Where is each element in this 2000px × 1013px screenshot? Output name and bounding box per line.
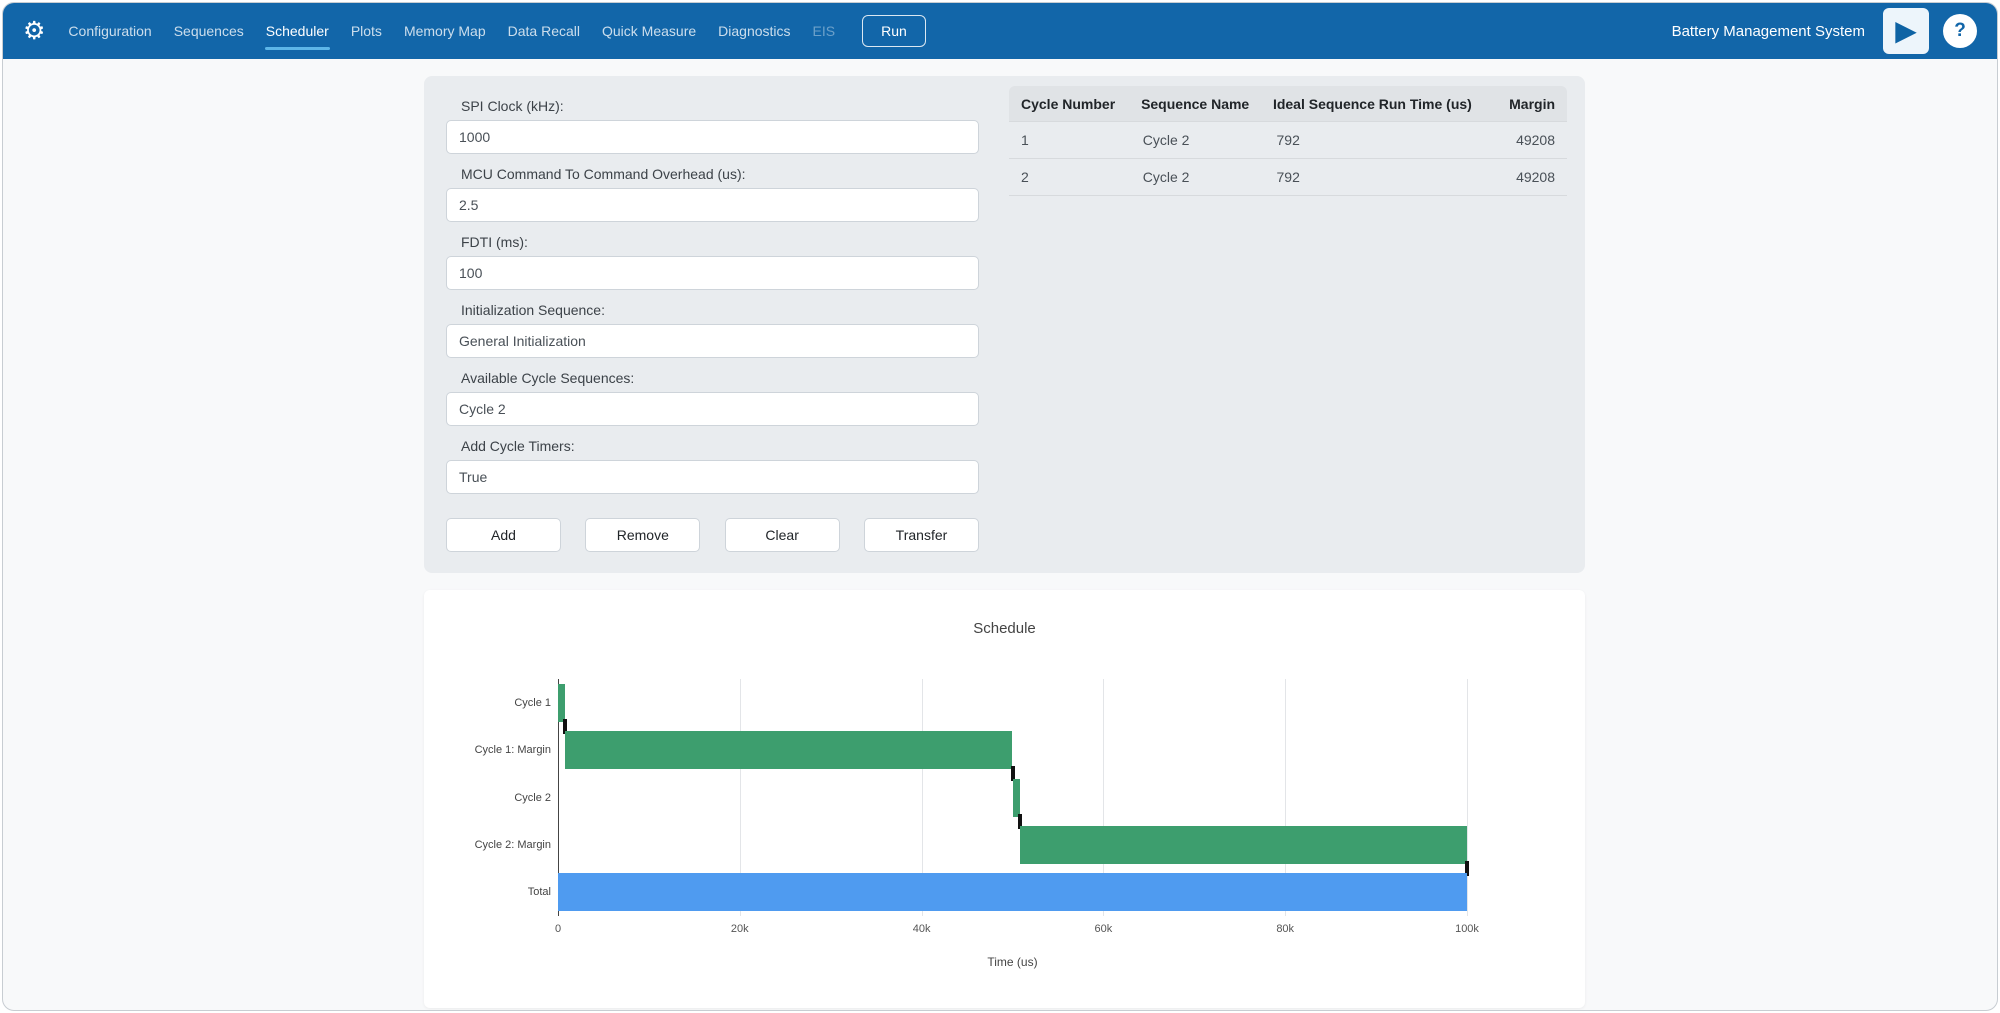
app-title: Battery Management System bbox=[1672, 23, 1865, 40]
chart-bar-total bbox=[558, 873, 1467, 911]
chart-bar-cycle-2 bbox=[1013, 779, 1020, 817]
app-window: ⚙ ConfigurationSequencesSchedulerPlotsMe… bbox=[2, 2, 1998, 1011]
form-field-fdti-ms: FDTI (ms): bbox=[446, 234, 979, 290]
top-navbar: ⚙ ConfigurationSequencesSchedulerPlotsMe… bbox=[3, 3, 1997, 59]
nav-item-sequences[interactable]: Sequences bbox=[163, 3, 255, 59]
table-cell: Cycle 2 bbox=[1143, 132, 1277, 148]
field-input-available-cycle-sequences[interactable] bbox=[446, 392, 979, 426]
chart-bar-cycle-2-margin bbox=[1020, 826, 1467, 864]
form-button-row: Add Remove Clear Transfer bbox=[446, 518, 979, 552]
table-cell: Cycle 2 bbox=[1143, 169, 1277, 185]
chart-plot-area: 020k40k60k80k100kCycle 1Cycle 1: MarginC… bbox=[558, 679, 1467, 916]
nav-item-eis[interactable]: EIS bbox=[802, 3, 847, 59]
field-label-mcu-command-to-command-overhead-us: MCU Command To Command Overhead (us): bbox=[461, 166, 979, 182]
field-label-add-cycle-timers: Add Cycle Timers: bbox=[461, 438, 979, 454]
table-cell: 792 bbox=[1277, 132, 1517, 148]
table-cell: 2 bbox=[1021, 169, 1143, 185]
x-tick-label: 40k bbox=[913, 923, 931, 935]
y-tick-label-cycle-1-margin: Cycle 1: Margin bbox=[475, 744, 551, 756]
field-input-spi-clock-khz[interactable] bbox=[446, 120, 979, 154]
transfer-button[interactable]: Transfer bbox=[864, 518, 979, 552]
main-nav: ConfigurationSequencesSchedulerPlotsMemo… bbox=[57, 3, 846, 59]
table-cell: 792 bbox=[1277, 169, 1517, 185]
table-cell: 49208 bbox=[1516, 169, 1555, 185]
clear-button[interactable]: Clear bbox=[725, 518, 840, 552]
field-input-initialization-sequence[interactable] bbox=[446, 324, 979, 358]
field-label-spi-clock-khz: SPI Clock (kHz): bbox=[461, 98, 979, 114]
field-label-available-cycle-sequences: Available Cycle Sequences: bbox=[461, 370, 979, 386]
nav-item-diagnostics[interactable]: Diagnostics bbox=[707, 3, 801, 59]
nav-item-configuration[interactable]: Configuration bbox=[57, 3, 162, 59]
table-row[interactable]: 1Cycle 279249208 bbox=[1009, 122, 1567, 159]
field-input-fdti-ms[interactable] bbox=[446, 256, 979, 290]
nav-item-data-recall[interactable]: Data Recall bbox=[497, 3, 591, 59]
table-cell: 49208 bbox=[1516, 132, 1555, 148]
schedule-chart-card: Schedule 020k40k60k80k100kCycle 1Cycle 1… bbox=[424, 590, 1585, 1008]
run-button[interactable]: Run bbox=[862, 15, 926, 47]
gridline bbox=[1467, 679, 1468, 916]
nav-item-memory-map[interactable]: Memory Map bbox=[393, 3, 497, 59]
question-icon: ? bbox=[1954, 20, 1966, 42]
chart-xlabel: Time (us) bbox=[558, 955, 1467, 969]
x-tick-label: 60k bbox=[1095, 923, 1113, 935]
remove-button[interactable]: Remove bbox=[585, 518, 700, 552]
y-tick-label-total: Total bbox=[528, 886, 551, 898]
x-tick-label: 0 bbox=[555, 923, 561, 935]
form-field-available-cycle-sequences: Available Cycle Sequences: bbox=[446, 370, 979, 426]
table-header-ideal-sequence-run-time-us: Ideal Sequence Run Time (us) bbox=[1273, 96, 1509, 112]
settings-gear-icon[interactable]: ⚙ bbox=[23, 19, 45, 44]
x-tick-label: 20k bbox=[731, 923, 749, 935]
table-cell: 1 bbox=[1021, 132, 1143, 148]
table-header-cycle-number: Cycle Number bbox=[1021, 96, 1141, 112]
y-tick-label-cycle-1: Cycle 1 bbox=[514, 697, 551, 709]
table-header-margin: Margin bbox=[1509, 96, 1555, 112]
x-tick-label: 100k bbox=[1455, 923, 1479, 935]
table-header-sequence-name: Sequence Name bbox=[1141, 96, 1273, 112]
scheduler-form: SPI Clock (kHz): MCU Command To Command O… bbox=[446, 86, 979, 552]
play-button[interactable]: ▶ bbox=[1883, 8, 1929, 54]
play-icon: ▶ bbox=[1895, 17, 1917, 45]
nav-item-quick-measure[interactable]: Quick Measure bbox=[591, 3, 707, 59]
nav-item-scheduler[interactable]: Scheduler bbox=[255, 3, 340, 59]
nav-item-plots[interactable]: Plots bbox=[340, 3, 393, 59]
chart-bar-cycle-1 bbox=[558, 684, 565, 722]
table-row[interactable]: 2Cycle 279249208 bbox=[1009, 159, 1567, 196]
y-tick-label-cycle-2-margin: Cycle 2: Margin bbox=[475, 839, 551, 851]
y-tick-label-cycle-2: Cycle 2 bbox=[514, 792, 551, 804]
form-field-initialization-sequence: Initialization Sequence: bbox=[446, 302, 979, 358]
cycle-table-header: Cycle NumberSequence NameIdeal Sequence … bbox=[1009, 86, 1567, 122]
form-field-add-cycle-timers: Add Cycle Timers: bbox=[446, 438, 979, 494]
field-label-initialization-sequence: Initialization Sequence: bbox=[461, 302, 979, 318]
chart-bar-cycle-1-margin bbox=[565, 731, 1012, 769]
x-tick-label: 80k bbox=[1276, 923, 1294, 935]
field-input-mcu-command-to-command-overhead-us[interactable] bbox=[446, 188, 979, 222]
cycle-table-body: 1Cycle 2792492082Cycle 279249208 bbox=[1009, 122, 1567, 196]
form-field-spi-clock-khz: SPI Clock (kHz): bbox=[446, 98, 979, 154]
chart-title: Schedule bbox=[424, 620, 1585, 637]
cycle-table: Cycle NumberSequence NameIdeal Sequence … bbox=[1009, 86, 1567, 196]
field-input-add-cycle-timers[interactable] bbox=[446, 460, 979, 494]
add-button[interactable]: Add bbox=[446, 518, 561, 552]
help-button[interactable]: ? bbox=[1943, 14, 1977, 48]
form-field-mcu-command-to-command-overhead-us: MCU Command To Command Overhead (us): bbox=[446, 166, 979, 222]
scheduler-config-panel: SPI Clock (kHz): MCU Command To Command O… bbox=[424, 76, 1585, 573]
field-label-fdti-ms: FDTI (ms): bbox=[461, 234, 979, 250]
